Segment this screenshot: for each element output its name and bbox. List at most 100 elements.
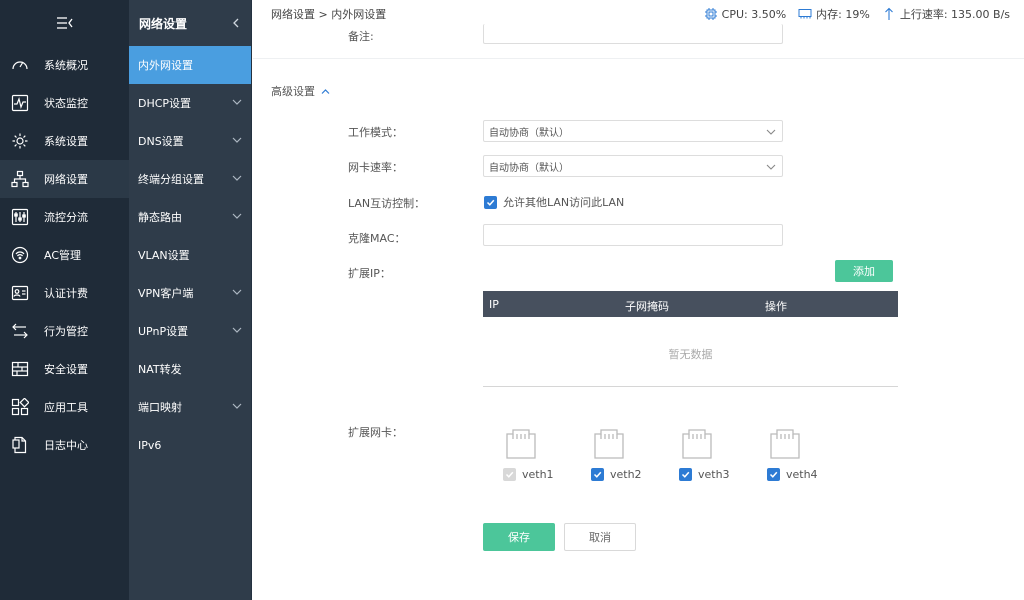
section-divider: [253, 58, 1024, 59]
subnav-item-port-mapping[interactable]: 端口映射: [129, 388, 251, 426]
sidebar-item-flow[interactable]: 流控分流: [0, 198, 129, 236]
note-label: 备注:: [348, 30, 374, 43]
nic-speed-value: 自动协商（默认）: [489, 162, 569, 174]
sidebar-item-network[interactable]: 网络设置: [0, 160, 129, 198]
memory-stat: 内存: 19%: [798, 6, 870, 22]
subnav-item-nat[interactable]: NAT转发: [129, 350, 251, 388]
chevron-left-icon[interactable]: [231, 17, 241, 29]
sidebar-item-label: 认证计费: [44, 287, 88, 300]
memory-usage: 内存: 19%: [816, 8, 870, 21]
chevron-down-icon: [766, 164, 776, 170]
chevron-down-icon: [232, 175, 242, 181]
subnav-item-label: DHCP设置: [138, 97, 192, 110]
subnav-item-label: 静态路由: [138, 211, 182, 224]
sidebar-item-security[interactable]: 安全设置: [0, 350, 129, 388]
sidebar-item-label: 状态监控: [44, 97, 88, 110]
breadcrumb: 网络设置 > 内外网设置: [271, 8, 387, 21]
ethernet-port-icon: [591, 428, 627, 460]
note-input[interactable]: [483, 24, 783, 44]
checkbox-checked-icon[interactable]: [591, 468, 604, 481]
table-header: IP 子网掩码 操作: [483, 291, 898, 317]
subnav-item-label: NAT转发: [138, 363, 182, 376]
subnav-item-static-route[interactable]: 静态路由: [129, 198, 251, 236]
table-body: 暂无数据: [483, 317, 898, 387]
subnav-item-dhcp[interactable]: DHCP设置: [129, 84, 251, 122]
id-card-icon: [10, 283, 30, 303]
work-mode-select[interactable]: 自动协商（默认）: [483, 120, 783, 142]
ethernet-port-icon: [503, 428, 539, 460]
subnav-item-label: 内外网设置: [138, 59, 193, 72]
nic-veth2-checkbox[interactable]: veth2: [591, 468, 642, 481]
nic-veth4-checkbox[interactable]: veth4: [767, 468, 818, 481]
checkbox-checked-icon[interactable]: [679, 468, 692, 481]
subnav-item-dns[interactable]: DNS设置: [129, 122, 251, 160]
save-button[interactable]: 保存: [483, 523, 555, 551]
subnav-item-vpn-client[interactable]: VPN客户端: [129, 274, 251, 312]
clone-mac-label: 克隆MAC：: [348, 232, 406, 245]
checkbox-checked-icon[interactable]: [767, 468, 780, 481]
cpu-stat: CPU: 3.50%: [704, 7, 787, 21]
subnav-header[interactable]: 网络设置: [129, 0, 251, 46]
subnav-item-label: VLAN设置: [138, 249, 190, 262]
nic-veth1-checkbox[interactable]: veth1: [503, 468, 554, 481]
menu-toggle-icon[interactable]: [0, 0, 129, 46]
subnav-item-label: UPnP设置: [138, 325, 189, 338]
subnav-item-label: 终端分组设置: [138, 173, 204, 186]
network-icon: [10, 169, 30, 189]
cpu-usage: CPU: 3.50%: [721, 7, 787, 21]
sidebar-item-tools[interactable]: 应用工具: [0, 388, 129, 426]
subnav-item-ipv6[interactable]: IPv6: [129, 426, 251, 464]
sidebar-item-monitor[interactable]: 状态监控: [0, 84, 129, 122]
lan-access-checkbox-label: 允许其他LAN访问此LAN: [503, 196, 625, 209]
nic-veth3-label: veth3: [698, 468, 730, 481]
subnav-item-vlan[interactable]: VLAN设置: [129, 236, 251, 274]
gear-icon: [10, 131, 30, 151]
column-header-ip: IP: [489, 298, 499, 311]
ext-nic-label: 扩展网卡：: [348, 426, 403, 439]
arrows-icon: [10, 321, 30, 341]
secondary-sidebar: 网络设置 内外网设置 DHCP设置 DNS设置 终端分组设置 静态路由 VLAN…: [129, 0, 252, 600]
sidebar-item-system[interactable]: 系统设置: [0, 122, 129, 160]
advanced-settings-toggle[interactable]: 高级设置: [271, 83, 330, 99]
column-header-action: 操作: [765, 300, 787, 313]
nic-veth3-checkbox[interactable]: veth3: [679, 468, 730, 481]
subnav-item-lan-wan[interactable]: 内外网设置: [129, 46, 251, 84]
add-button[interactable]: 添加: [835, 260, 893, 282]
chevron-down-icon: [232, 213, 242, 219]
app-window: 系统概况 状态监控 系统设置 网络设置 流控分流 AC管理 认证计费 行为管控: [0, 0, 1024, 600]
nic-veth1-label: veth1: [522, 468, 554, 481]
clone-mac-input[interactable]: [483, 224, 783, 246]
nic-veth2-label: veth2: [610, 468, 642, 481]
sidebar-item-ac[interactable]: AC管理: [0, 236, 129, 274]
lan-access-checkbox[interactable]: 允许其他LAN访问此LAN: [484, 194, 624, 210]
cancel-button[interactable]: 取消: [564, 523, 636, 551]
sidebar-item-label: 应用工具: [44, 401, 88, 414]
subnav-item-upnp[interactable]: UPnP设置: [129, 312, 251, 350]
lan-control-label: LAN互访控制：: [348, 197, 426, 210]
work-mode-label: 工作模式：: [348, 126, 403, 139]
sidebar-item-overview[interactable]: 系统概况: [0, 46, 129, 84]
subnav-title: 网络设置: [139, 16, 188, 31]
nic-speed-select[interactable]: 自动协商（默认）: [483, 155, 783, 177]
sidebar-item-label: 行为管控: [44, 325, 88, 338]
gauge-icon: [10, 55, 30, 75]
sidebar-item-auth[interactable]: 认证计费: [0, 274, 129, 312]
arrow-up-icon: [884, 7, 893, 20]
upload-rate: 上行速率: 135.00 B/s: [899, 8, 1010, 21]
system-stats: CPU: 3.50% 内存: 19% 上行速率: 135.00 B/s: [704, 6, 1010, 22]
sidebar-item-logs[interactable]: 日志中心: [0, 426, 129, 464]
sidebar-item-label: 安全设置: [44, 363, 88, 376]
subnav-item-terminal-group[interactable]: 终端分组设置: [129, 160, 251, 198]
sidebar-item-behavior[interactable]: 行为管控: [0, 312, 129, 350]
ethernet-port-icon: [679, 428, 715, 460]
chevron-down-icon: [232, 327, 242, 333]
nic-port-icons: [503, 428, 803, 460]
chevron-down-icon: [766, 129, 776, 135]
sliders-icon: [10, 207, 30, 227]
checkbox-checked-icon[interactable]: [484, 195, 497, 209]
subnav-item-label: 端口映射: [138, 401, 182, 414]
column-header-subnet: 子网掩码: [625, 300, 669, 313]
main-content: 备注: 高级设置 工作模式： 自动协商（默认） 网卡速率： 自动协商（默认） L…: [253, 24, 1024, 600]
upload-stat: 上行速率: 135.00 B/s: [882, 6, 1010, 22]
primary-sidebar: 系统概况 状态监控 系统设置 网络设置 流控分流 AC管理 认证计费 行为管控: [0, 0, 129, 600]
